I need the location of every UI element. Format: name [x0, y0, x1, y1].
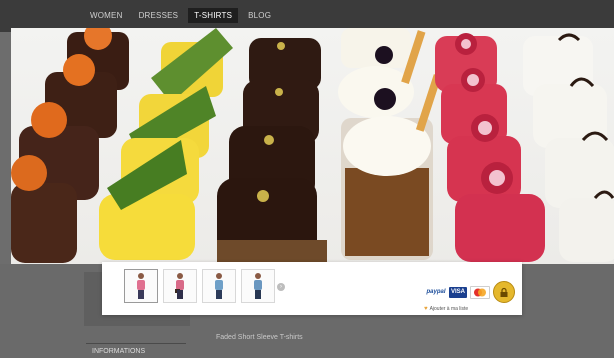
heart-icon: ♥ — [424, 306, 428, 312]
thumbnail-1[interactable] — [124, 269, 158, 303]
visa-logo: VISA — [449, 286, 467, 298]
hero-image — [11, 28, 614, 264]
payment-methods: paypal VISA — [426, 281, 515, 303]
product-thumbnail-panel: › paypal VISA ♥ Ajouter à ma liste — [102, 262, 522, 315]
nav-item-women[interactable]: WOMEN — [84, 8, 129, 23]
cream-cups — [338, 28, 442, 260]
dark-cakes — [217, 38, 327, 262]
thumbnail-4[interactable] — [241, 269, 275, 303]
nav-item-blog[interactable]: BLOG — [242, 8, 277, 23]
mastercard-icon — [474, 288, 486, 296]
model-pink-2-icon — [175, 273, 184, 299]
pastry-illustration — [11, 28, 614, 263]
product-title[interactable]: Faded Short Sleeve T-shirts — [216, 334, 303, 341]
model-pink-icon — [137, 273, 145, 299]
nav-menu: WOMEN DRESSES T-SHIRTS BLOG — [84, 8, 277, 23]
model-blue-2-icon — [254, 273, 262, 299]
nav-item-tshirts[interactable]: T-SHIRTS — [188, 8, 239, 23]
thumbnail-list — [124, 269, 275, 303]
thumbnail-3[interactable] — [202, 269, 236, 303]
mastercard-logo — [470, 285, 490, 299]
lock-badge-icon — [493, 281, 515, 303]
model-blue-icon — [215, 273, 223, 299]
section-divider — [86, 343, 186, 344]
nav-item-dresses[interactable]: DRESSES — [133, 8, 185, 23]
lock-icon — [500, 287, 508, 297]
paypal-logo: paypal — [426, 286, 446, 298]
add-to-wishlist-link[interactable]: ♥ Ajouter à ma liste — [424, 306, 468, 312]
wishlist-label: Ajouter à ma liste — [429, 306, 469, 312]
informations-heading: INFORMATIONS — [92, 348, 146, 355]
thumbnail-2[interactable] — [163, 269, 197, 303]
chevron-right-icon: › — [280, 284, 282, 290]
thumbnails-next-button[interactable]: › — [277, 283, 285, 291]
